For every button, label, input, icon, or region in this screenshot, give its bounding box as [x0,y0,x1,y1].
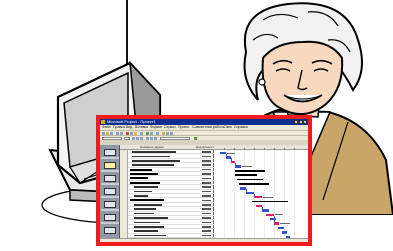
bar-resource-label [280,222,290,225]
maximize-button[interactable] [298,120,303,124]
gantt-bar[interactable] [278,226,284,230]
view-network-label [101,183,119,185]
view-task-usage-label [101,196,119,198]
dependency-link [231,158,232,161]
bar-resource-label [227,152,235,154]
close-button[interactable] [303,120,307,124]
view-gantt-icon[interactable] [104,162,116,169]
gantt-summary-bar[interactable] [239,183,269,185]
dependency-link [262,206,263,210]
view-bar [100,145,120,238]
project-screenshot-frame: Microsoft Project - Проект1 Файл Правка … [96,115,312,246]
ms-project-window: Microsoft Project - Проект1 Файл Правка … [100,119,308,242]
bar-resource-label [242,165,252,168]
dependency-link [246,189,247,192]
view-resource-graph-icon[interactable] [104,214,116,221]
view-task-usage-icon[interactable] [104,188,116,195]
view-network-icon[interactable] [104,175,116,182]
gantt-chart [214,145,308,238]
view-calendar-label [101,157,119,159]
view-resource-label [101,222,119,224]
view-calendar-icon[interactable] [104,149,116,156]
bar-resource-label [275,214,283,216]
dependency-link [274,215,275,223]
gantt-summary-bar[interactable] [235,170,265,172]
gantt-bar[interactable] [254,196,262,199]
gantt-bar[interactable] [235,165,241,168]
gantt-bar[interactable] [262,209,269,212]
gantt-summary-bar[interactable] [235,174,257,176]
status-bar [100,238,308,242]
view-tracking-label [101,209,119,211]
dependency-link [226,154,227,157]
view-resource-sheet-icon[interactable] [104,227,116,234]
view-tracking-gantt-icon[interactable] [104,201,116,208]
dependency-link [235,162,236,166]
illustration-scene: Microsoft Project - Проект1 Файл Правка … [0,0,393,251]
gantt-bar[interactable] [266,213,274,216]
bar-resource-label [263,196,273,198]
minimize-button[interactable] [294,120,298,124]
gantt-bar[interactable] [270,218,276,221]
dependency-link [254,193,255,197]
task-table: Название задачи Длительность [120,145,215,238]
gantt-summary-bar[interactable] [237,178,263,181]
gantt-bar[interactable] [274,222,279,225]
view-gantt-label [101,170,119,172]
gantt-bar[interactable] [246,191,254,194]
project-icon [101,120,105,124]
gantt-summary-bar[interactable] [252,200,288,203]
gantt-bar[interactable] [282,231,287,234]
